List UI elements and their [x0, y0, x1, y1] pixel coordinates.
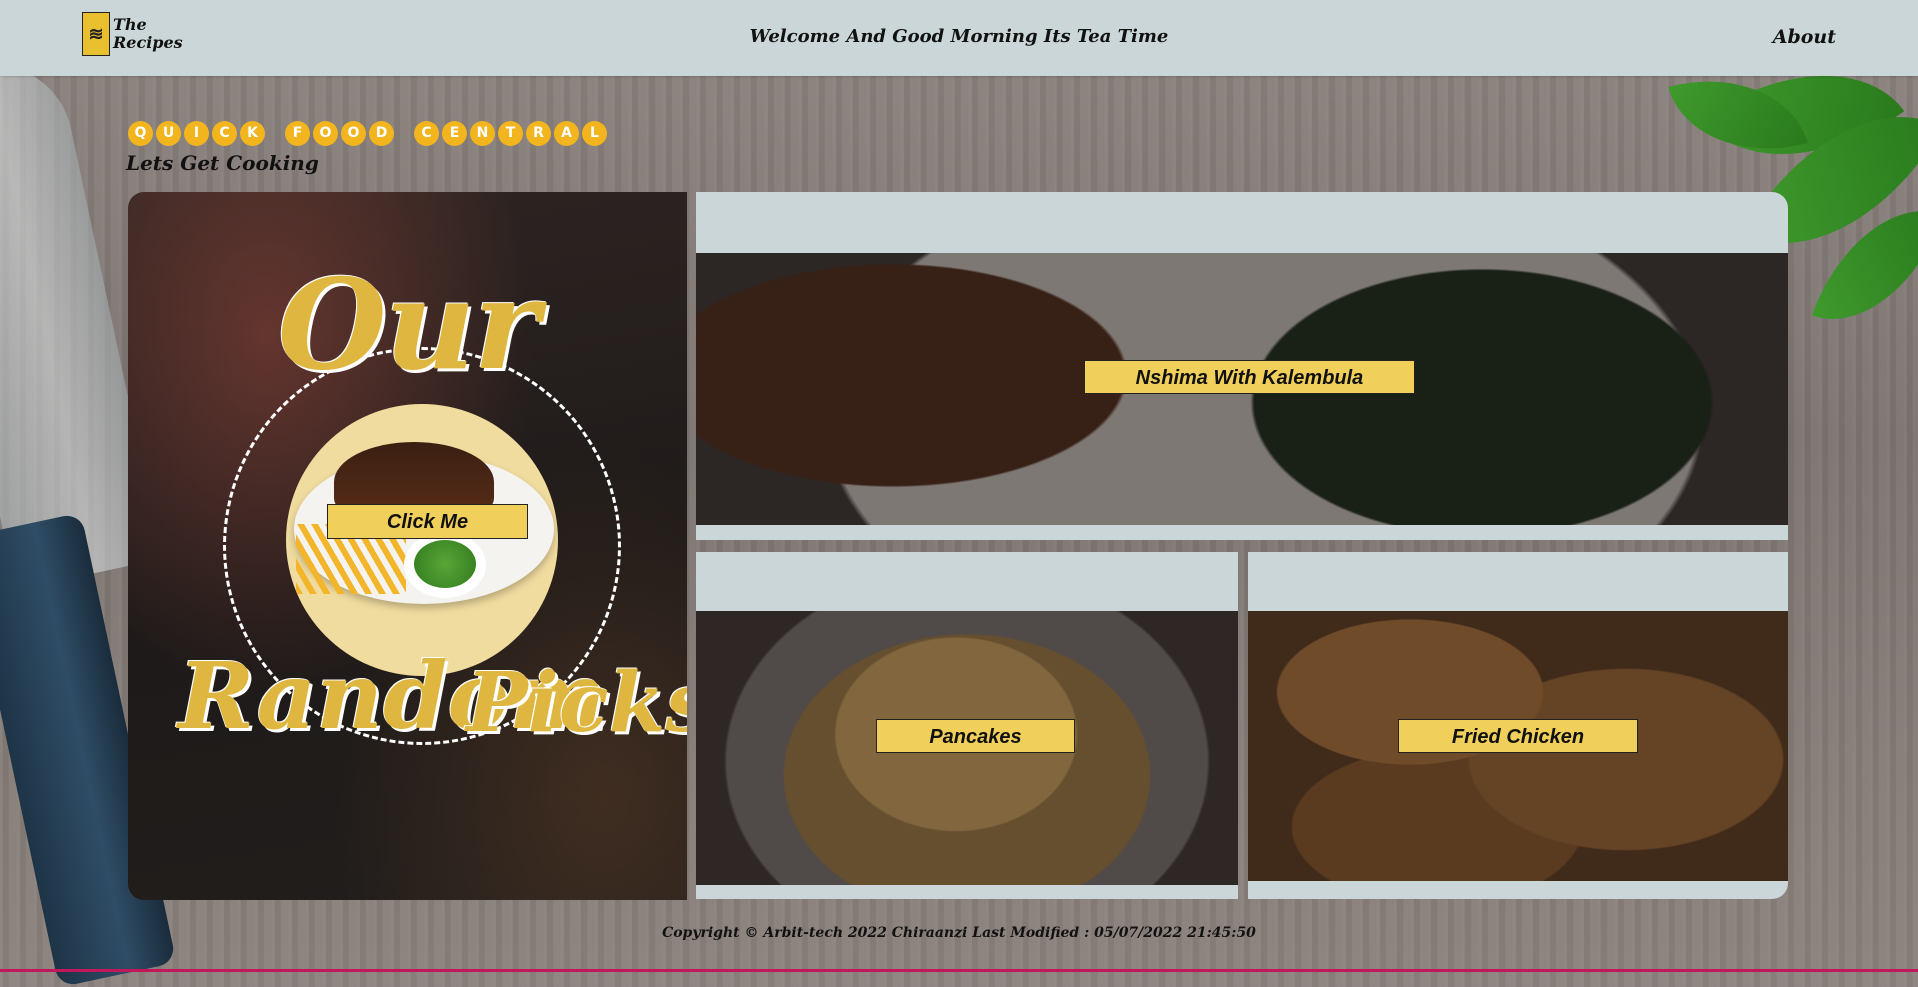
- brand-space: [397, 121, 411, 146]
- welcome-message: Welcome And Good Morning Its Tea Time: [749, 26, 1169, 47]
- broccoli: [414, 540, 476, 588]
- brand-space: [268, 121, 282, 146]
- brand-letter: K: [240, 121, 265, 146]
- hero-title-right: Picks: [466, 655, 687, 751]
- brand-letter: D: [369, 121, 394, 146]
- recipe-label-button[interactable]: Fried Chicken: [1398, 719, 1638, 753]
- page-subtitle: Lets Get Cooking: [126, 151, 319, 175]
- brand-letter: A: [554, 121, 579, 146]
- brand-letter: I: [184, 121, 209, 146]
- brand-letter: C: [212, 121, 237, 146]
- brand-letter: Q: [128, 121, 153, 146]
- recipe-label-button[interactable]: Nshima With Kalembula: [1084, 360, 1415, 394]
- footer-copyright: Copyright © Arbit-tech 2022 Chiraanzi La…: [662, 925, 1256, 941]
- recipe-label-button[interactable]: Pancakes: [876, 719, 1075, 753]
- brand-letter: F: [285, 121, 310, 146]
- brand-letter: U: [156, 121, 181, 146]
- random-picks-card: Our Random Picks Click Me: [128, 192, 687, 900]
- brand-letter: C: [414, 121, 439, 146]
- recipe-card-pancakes[interactable]: Pancakes: [696, 552, 1238, 899]
- brand-letter: O: [313, 121, 338, 146]
- brand-heading: QUICK FOOD CENTRAL: [128, 121, 607, 146]
- brand-letter: N: [470, 121, 495, 146]
- brand-letter: L: [582, 121, 607, 146]
- brand-letter: R: [526, 121, 551, 146]
- top-navbar: ≋ The Recipes Welcome And Good Morning I…: [0, 0, 1918, 76]
- brand-letter: O: [341, 121, 366, 146]
- click-me-button[interactable]: Click Me: [327, 504, 528, 539]
- about-link[interactable]: About: [1773, 26, 1836, 48]
- recipe-card-fried-chicken[interactable]: Fried Chicken: [1248, 552, 1788, 899]
- food-plate-image: [286, 404, 558, 676]
- brand-letter: E: [442, 121, 467, 146]
- recipe-card-nshima[interactable]: Nshima With Kalembula: [696, 192, 1788, 540]
- brand-letter: T: [498, 121, 523, 146]
- hero-title-top: Our: [277, 252, 540, 398]
